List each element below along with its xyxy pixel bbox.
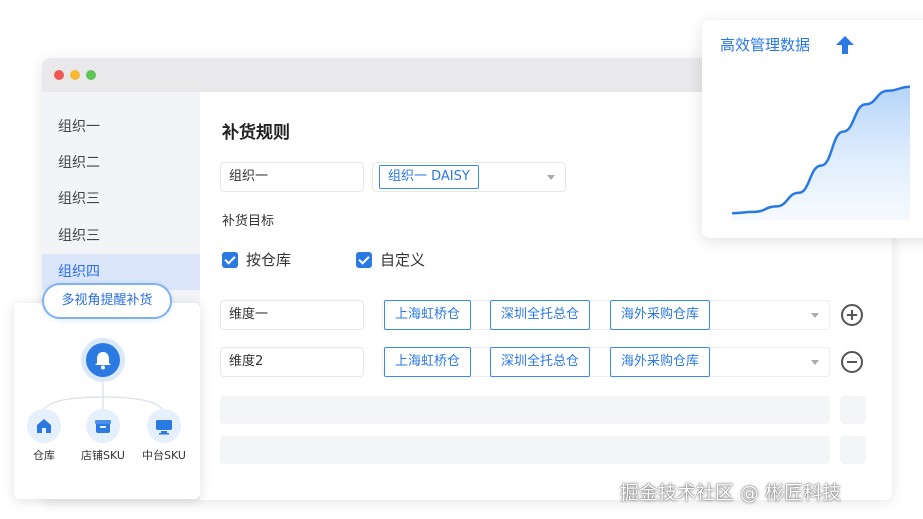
platform-sku-label: 中台SKU	[142, 449, 186, 462]
dimension-name-field[interactable]: 维度一	[220, 300, 364, 330]
sidebar-item-org-3[interactable]: 组织三	[42, 181, 200, 217]
warehouse-tag[interactable]: 上海虹桥仓	[384, 347, 472, 377]
close-window-button[interactable]	[54, 70, 64, 80]
chevron-down-icon	[811, 313, 819, 318]
warehouse-tag[interactable]: 上海虹桥仓	[384, 300, 472, 330]
warehouse-label: 仓库	[33, 449, 55, 462]
bell-icon	[86, 343, 120, 377]
warehouse-tag[interactable]: 深圳全托总仓	[490, 300, 591, 330]
store-sku-label: 店铺SKU	[81, 449, 125, 462]
page-title: 补货规则	[222, 123, 290, 143]
warehouse-tag[interactable]: 海外采购仓库	[610, 347, 711, 377]
org-field[interactable]: 组织一	[220, 162, 364, 192]
warehouse-checkbox-label: 按仓库	[246, 251, 292, 269]
multi-view-reminder-badge[interactable]: 多视角提醒补货	[42, 283, 172, 319]
watermark: 掘金技术社区 @ 彬匠科技	[620, 482, 842, 504]
store-icon	[86, 409, 120, 443]
warehouse-tag[interactable]: 海外采购仓库	[610, 300, 711, 330]
monitor-icon	[147, 409, 181, 443]
chart-card: 高效管理数据	[702, 20, 923, 238]
custom-checkbox[interactable]	[356, 252, 372, 268]
dimension-name-field[interactable]: 维度2	[220, 347, 364, 377]
warehouse-tag[interactable]: 深圳全托总仓	[490, 347, 591, 377]
minimize-window-button[interactable]	[70, 70, 80, 80]
chart-title: 高效管理数据	[720, 36, 811, 54]
arrow-up-icon	[836, 36, 854, 54]
custom-checkbox-label: 自定义	[380, 251, 426, 269]
chevron-down-icon	[547, 175, 555, 180]
connector-lines	[41, 379, 165, 416]
feature-card: 仓库 店铺SKU 中台SKU	[14, 303, 200, 499]
chevron-down-icon	[811, 360, 819, 365]
sidebar-item-org-3b[interactable]: 组织三	[42, 218, 200, 254]
placeholder-action	[840, 396, 866, 424]
chart-area	[731, 85, 911, 220]
chart-area-fill	[732, 86, 910, 220]
target-label: 补货目标	[222, 214, 275, 229]
minus-circle-icon[interactable]	[841, 351, 863, 373]
org-select[interactable]: 组织一 DAISY	[372, 162, 566, 192]
sidebar-item-org-2[interactable]: 组织二	[42, 145, 200, 181]
placeholder-row	[220, 436, 830, 464]
maximize-window-button[interactable]	[86, 70, 96, 80]
placeholder-row	[220, 396, 830, 424]
org-select-tag: 组织一 DAISY	[379, 165, 479, 189]
plus-circle-icon[interactable]	[841, 304, 863, 326]
warehouse-icon	[27, 409, 61, 443]
warehouse-checkbox[interactable]	[222, 252, 238, 268]
placeholder-action	[840, 436, 866, 464]
sidebar-item-org-1[interactable]: 组织一	[42, 109, 200, 145]
